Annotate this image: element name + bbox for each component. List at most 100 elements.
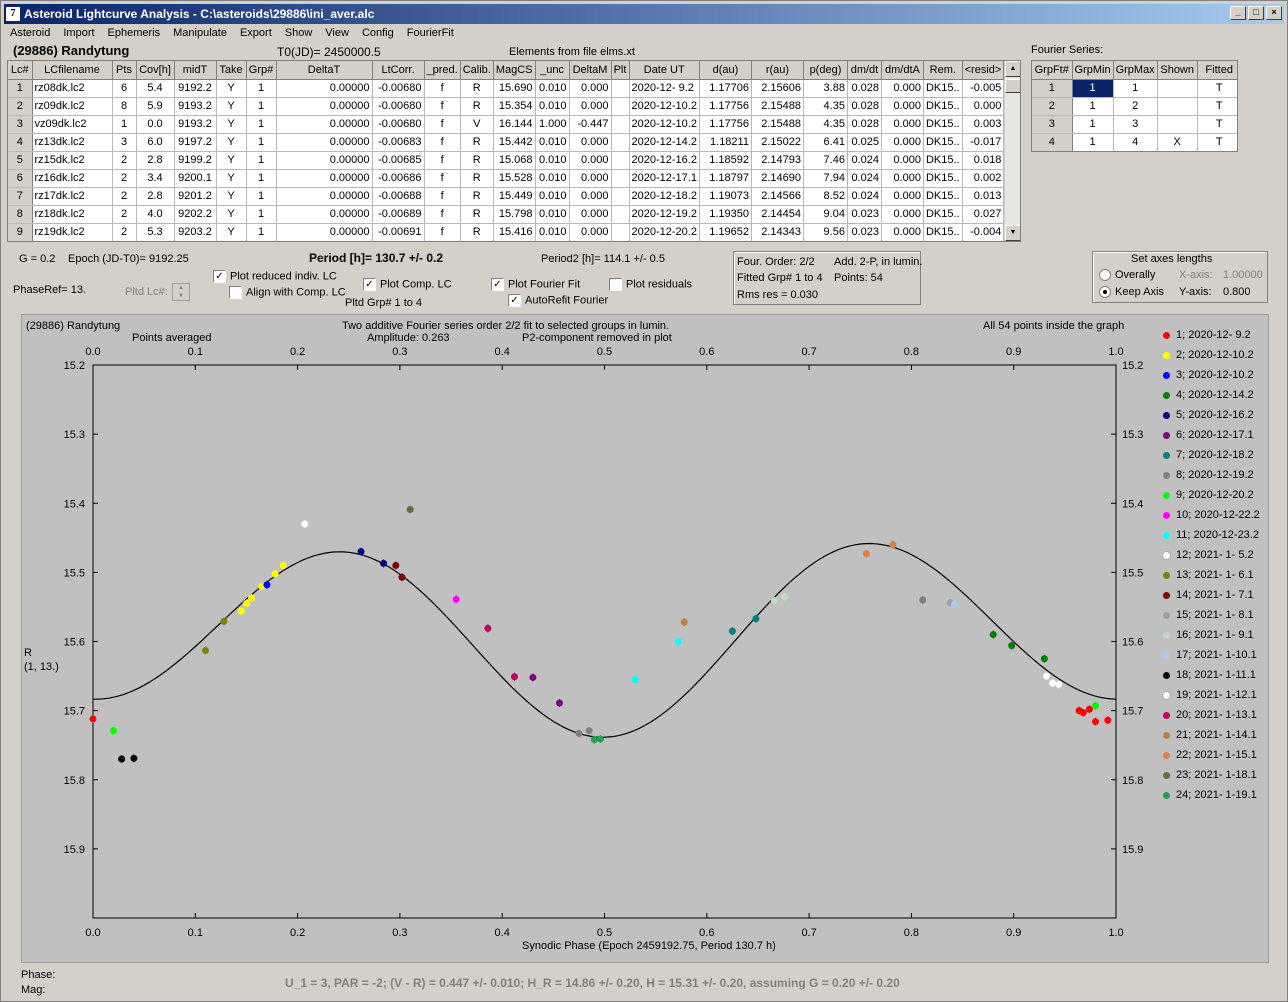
table-cell[interactable]: f (424, 79, 461, 98)
table-cell[interactable]: Y (216, 151, 247, 170)
table-cell[interactable]: R (460, 223, 494, 241)
table-cell[interactable]: 1.18211 (699, 133, 752, 152)
overally-radio[interactable]: Overally (1099, 269, 1155, 282)
table-cell[interactable]: 9193.2 (174, 115, 217, 134)
lc-column-header[interactable]: p(deg) (803, 61, 848, 80)
table-row[interactable]: 313 T (1032, 115, 1237, 134)
table-cell[interactable]: f (424, 115, 461, 134)
table-cell[interactable]: DK15.. (923, 115, 963, 134)
fs-column-header[interactable]: GrpFt# (1032, 61, 1073, 80)
table-cell[interactable]: 0.010 (535, 169, 570, 188)
table-cell[interactable]: 1 (246, 169, 277, 188)
table-cell[interactable]: 0.000 (569, 169, 612, 188)
keep-axis-radio[interactable]: Keep Axis (1099, 286, 1164, 299)
table-cell[interactable]: 0.010 (535, 97, 570, 116)
pltd-lc-spinner[interactable]: ▲ ▼ (172, 283, 190, 301)
table-cell[interactable]: f (424, 97, 461, 116)
lc-column-header[interactable]: _unc (535, 61, 570, 80)
menu-fourierfit[interactable]: FourierFit (401, 25, 461, 43)
scroll-thumb[interactable] (1005, 79, 1020, 93)
table-cell[interactable]: -0.00680 (372, 97, 425, 116)
table-cell[interactable]: 2.14343 (751, 223, 804, 241)
table-cell[interactable]: f (424, 169, 461, 188)
table-cell[interactable]: 0.028 (847, 79, 882, 98)
table-cell[interactable]: 2 (112, 223, 137, 241)
table-row[interactable]: 4 rz13dk.lc2 3 6.0 9197.2 Y 1 0.00000 -0.00683 f R… (8, 133, 1020, 152)
table-cell[interactable]: 9202.2 (174, 205, 217, 224)
lc-column-header[interactable]: LCfilename (32, 61, 113, 80)
table-cell[interactable]: 0.025 (847, 133, 882, 152)
table-row[interactable]: 3 vz09dk.lc2 1 0.0 9193.2 Y 1 0.00000 -0.00680 f V… (8, 115, 1020, 134)
table-cell[interactable]: 3 (1032, 115, 1073, 134)
table-cell[interactable]: 9192.2 (174, 79, 217, 98)
table-cell[interactable]: 7.46 (803, 151, 848, 170)
table-cell[interactable]: -0.00689 (372, 205, 425, 224)
table-cell[interactable]: 6 (8, 169, 33, 188)
table-cell[interactable]: 15.690 (493, 79, 536, 98)
table-cell[interactable] (611, 187, 630, 206)
table-cell[interactable]: 1 (112, 115, 137, 134)
table-cell[interactable]: 3.88 (803, 79, 848, 98)
table-cell[interactable]: 1 (246, 97, 277, 116)
lc-column-header[interactable]: dm/dt (847, 61, 882, 80)
table-cell[interactable]: 0.000 (569, 205, 612, 224)
table-cell[interactable]: 2 (1113, 97, 1158, 116)
table-cell[interactable]: 1 (1072, 133, 1114, 151)
menu-view[interactable]: View (319, 25, 356, 43)
table-cell[interactable]: 0.00000 (276, 133, 373, 152)
table-cell[interactable]: 4 (1113, 133, 1158, 151)
table-cell[interactable]: rz15dk.lc2 (32, 151, 113, 170)
table-cell[interactable]: 0.024 (847, 169, 882, 188)
table-row[interactable]: 5 rz15dk.lc2 2 2.8 9199.2 Y 1 0.00000 -0.00685 f R… (8, 151, 1020, 170)
table-cell[interactable]: f (424, 133, 461, 152)
table-cell[interactable]: 4 (8, 133, 33, 152)
table-cell[interactable]: 0.027 (962, 205, 1005, 224)
table-cell[interactable]: 1.19350 (699, 205, 752, 224)
table-cell[interactable]: 2020-12- 9.2 (629, 79, 700, 98)
table-cell[interactable]: 2 (112, 205, 137, 224)
table-cell[interactable]: 0.002 (962, 169, 1005, 188)
table-cell[interactable]: 2.15488 (751, 115, 804, 134)
lc-column-header[interactable]: Grp# (246, 61, 277, 80)
table-cell[interactable]: 1 (246, 187, 277, 206)
table-cell[interactable]: 15.354 (493, 97, 536, 116)
table-cell[interactable]: 2020-12-20.2 (629, 223, 700, 241)
table-row[interactable]: 212 T (1032, 97, 1237, 116)
table-cell[interactable]: 3 (112, 133, 137, 152)
table-cell[interactable]: R (460, 151, 494, 170)
table-cell[interactable]: 2 (112, 187, 137, 206)
table-cell[interactable]: Y (216, 205, 247, 224)
table-cell[interactable]: -0.00683 (372, 133, 425, 152)
table-cell[interactable] (611, 97, 630, 116)
table-cell[interactable]: 0.000 (569, 151, 612, 170)
table-cell[interactable]: 0.00000 (276, 223, 373, 241)
table-cell[interactable]: 1 (246, 133, 277, 152)
table-cell[interactable]: 0.000 (881, 79, 924, 98)
table-cell[interactable]: DK15.. (923, 97, 963, 116)
table-cell[interactable]: 8.52 (803, 187, 848, 206)
lc-column-header[interactable]: LtCorr. (372, 61, 425, 80)
table-cell[interactable]: rz17dk.lc2 (32, 187, 113, 206)
table-cell[interactable]: f (424, 223, 461, 241)
table-cell[interactable]: V (460, 115, 494, 134)
table-cell[interactable]: 1 (8, 79, 33, 98)
table-cell[interactable]: 1 (246, 151, 277, 170)
table-cell[interactable]: 0.000 (881, 205, 924, 224)
menu-ephemeris[interactable]: Ephemeris (102, 25, 168, 43)
plot-comp-checkbox[interactable]: ✓ Plot Comp. LC (363, 278, 452, 291)
table-cell[interactable]: 0.010 (535, 151, 570, 170)
table-cell[interactable]: T (1197, 97, 1237, 116)
table-cell[interactable]: -0.004 (962, 223, 1005, 241)
table-cell[interactable]: -0.00686 (372, 169, 425, 188)
table-cell[interactable]: 1 (246, 115, 277, 134)
table-cell[interactable]: Y (216, 223, 247, 241)
table-cell[interactable]: T (1197, 115, 1237, 134)
table-cell[interactable]: Y (216, 115, 247, 134)
table-cell[interactable]: 2020-12-16.2 (629, 151, 700, 170)
table-cell[interactable]: 9193.2 (174, 97, 217, 116)
table-cell[interactable]: 0.00000 (276, 187, 373, 206)
table-cell[interactable]: 0.000 (881, 115, 924, 134)
lc-column-header[interactable]: DeltaM (569, 61, 612, 80)
table-cell[interactable]: 0.028 (847, 115, 882, 134)
table-cell[interactable]: 1.000 (535, 115, 570, 134)
